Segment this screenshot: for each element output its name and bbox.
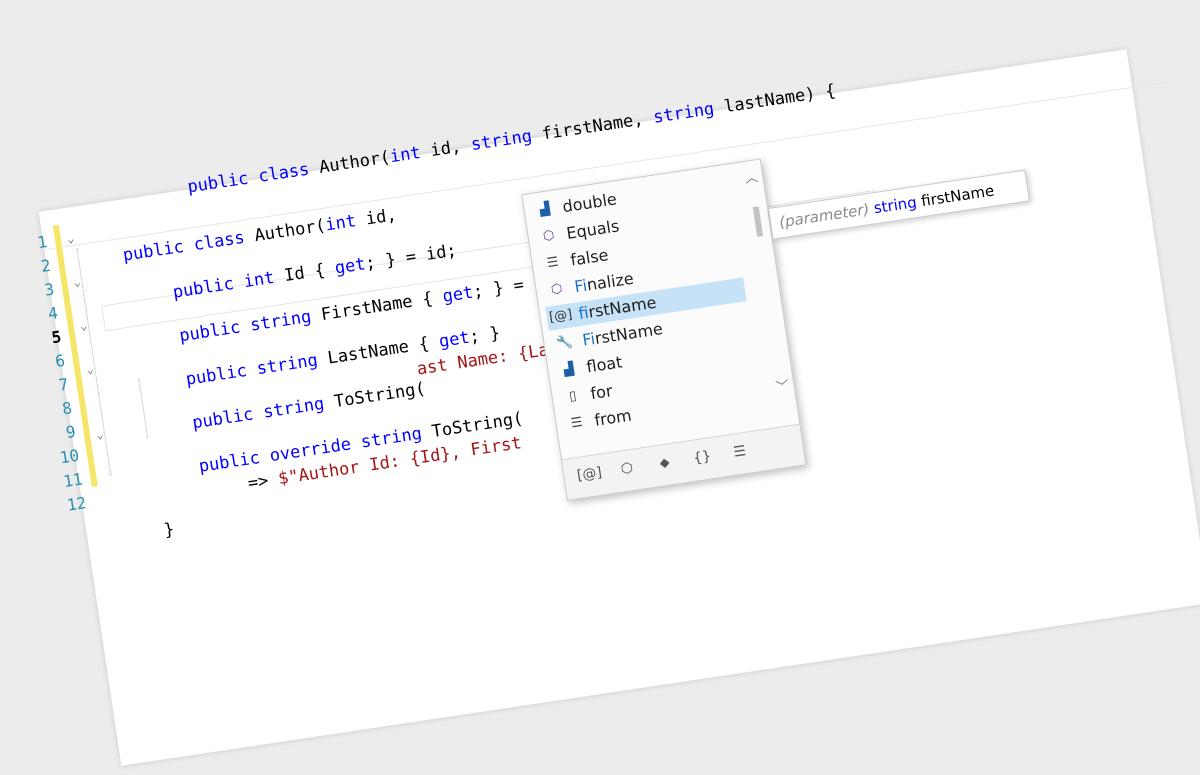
filter-keywords-icon[interactable]: ☰	[724, 442, 756, 462]
method-protected-icon: ⬡	[550, 281, 564, 298]
struct-icon: ▟	[538, 201, 551, 218]
tooltip-name: firstName	[919, 181, 996, 211]
scroll-down-icon[interactable]: ﹀	[774, 375, 791, 396]
parameter-icon: [@]	[548, 307, 574, 326]
keyword-icon: ☰	[569, 414, 584, 432]
struct-icon: ▟	[562, 361, 575, 378]
completion-item-label: for	[589, 381, 614, 404]
tooltip-type: string	[872, 193, 918, 218]
property-icon: 🔧	[555, 334, 574, 352]
completion-item-label: from	[593, 405, 633, 430]
filter-locals-icon[interactable]: [@]	[573, 464, 605, 485]
completion-item-label: float	[585, 352, 624, 377]
filter-types-icon[interactable]: ⬥	[649, 453, 681, 473]
filter-methods-icon[interactable]: ⬡	[611, 459, 643, 479]
editor-scene: public class Author(int id, string first…	[0, 0, 1200, 766]
completion-item-label: Equals	[565, 216, 621, 243]
keyword-icon: ☰	[545, 254, 560, 272]
completion-list[interactable]: ▟ double ⬡ Equals ☰ false ⬡ Finalize [@] firstNam…	[521, 158, 807, 501]
scroll-thumb[interactable]	[752, 206, 764, 237]
line-number: 12	[65, 493, 88, 515]
scroll-up-icon[interactable]: ︿	[743, 166, 760, 187]
method-icon: ⬡	[542, 227, 556, 245]
filter-namespaces-icon[interactable]: {}	[686, 447, 718, 467]
completion-item-label: false	[569, 245, 610, 270]
code-line-12: }	[162, 519, 176, 541]
snippet-icon: ▯	[568, 388, 578, 405]
tooltip-kind: (parameter)	[777, 200, 871, 232]
